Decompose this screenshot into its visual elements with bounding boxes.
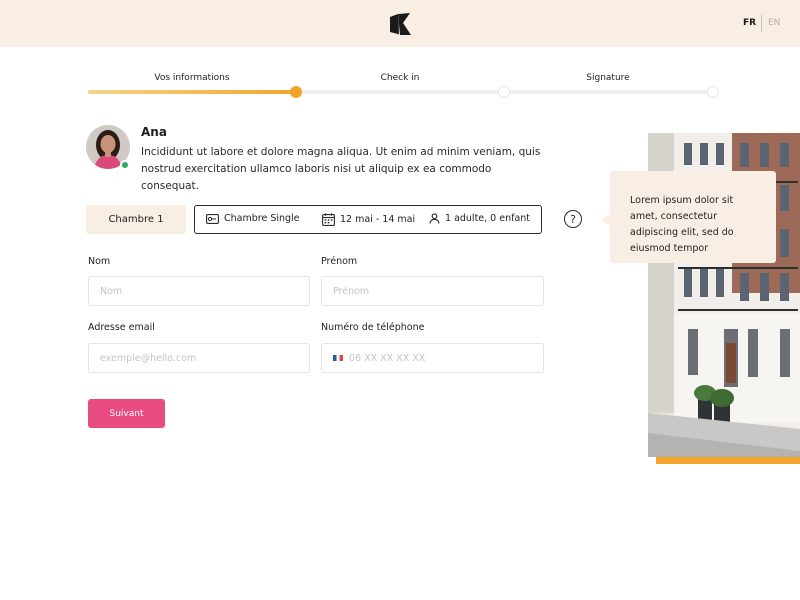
key-card-icon [206,213,219,224]
tooltip-arrow [601,214,610,226]
last-name-placeholder: Nom [100,285,123,297]
guest-intro-text: Incididunt ut labore et dolore magna ali… [141,146,541,192]
step-dot-check-in[interactable] [498,86,510,98]
last-name-label: Nom [88,256,111,267]
language-fr-link[interactable]: FR [743,18,756,28]
step-progress-fill [88,90,297,94]
step-label-signature[interactable]: Signature [528,73,688,83]
phone-label: Numéro de téléphone [321,322,425,333]
next-button[interactable]: Suivant [88,399,165,428]
tooltip-text: Lorem ipsum dolor sit amet, consectetur … [630,195,734,254]
last-name-input[interactable]: Nom [88,276,310,306]
step-dot-informations[interactable] [290,86,302,98]
room-summary: Chambre Single 12 mai - 14 mai 1 adulte,… [194,205,542,234]
email-placeholder: exemple@hello.com [100,352,197,364]
room-dates-label: 12 mai - 14 mai [340,214,416,225]
room-guests-label: 1 adulte, 0 enfant [445,213,531,224]
first-name-input[interactable]: Prénom [321,276,544,306]
online-status-dot [120,160,130,170]
calendar-icon [322,213,335,226]
help-tooltip: Lorem ipsum dolor sit amet, consectetur … [610,171,776,263]
room-guests: 1 adulte, 0 enfant [429,213,530,224]
room-type: Chambre Single [206,213,300,224]
email-label: Adresse email [88,322,155,333]
question-circle-icon[interactable]: ? [564,210,582,228]
step-label-check-in[interactable]: Check in [320,73,480,83]
photo-accent-bar [656,457,800,464]
french-flag-icon[interactable] [333,355,343,361]
language-divider [761,15,762,32]
room-dates: 12 mai - 14 mai [322,213,415,226]
header: FR EN [0,0,800,47]
room-tab-chambre-1[interactable]: Chambre 1 [86,205,186,234]
guest-name: Ana [141,125,167,139]
first-name-placeholder: Prénom [333,285,370,297]
language-en-link[interactable]: EN [768,18,780,28]
step-dot-signature[interactable] [707,86,719,98]
k-logo-icon[interactable] [387,12,413,36]
room-type-label: Chambre Single [224,213,300,224]
email-input[interactable]: exemple@hello.com [88,343,310,373]
first-name-label: Prénom [321,256,358,267]
person-icon [429,213,440,224]
step-label-informations[interactable]: Vos informations [112,73,272,83]
phone-placeholder: 06 XX XX XX XX [349,352,426,364]
phone-input[interactable]: 06 XX XX XX XX [321,343,544,373]
